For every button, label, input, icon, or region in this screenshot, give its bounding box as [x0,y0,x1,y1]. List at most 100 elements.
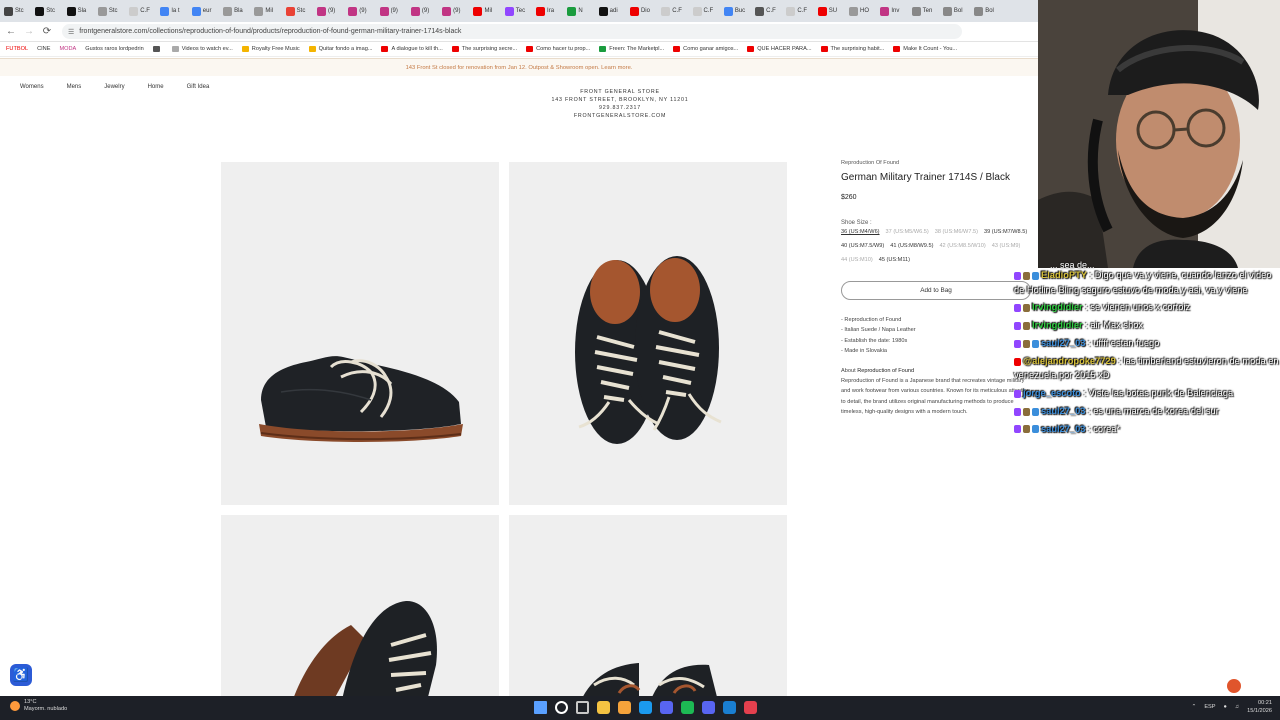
wifi-icon[interactable]: ● [1224,704,1227,710]
announcement-bar[interactable]: 143 Front St closed for renovation from … [0,58,1038,76]
browser-tab[interactable]: Ira [536,2,558,20]
size-option[interactable]: 36 (US:M4/W6) [841,229,880,235]
browser-tab[interactable]: Stc [285,2,308,20]
bookmark-item[interactable]: Quitar fondo a imag... [308,46,372,52]
start-icon[interactable] [534,701,547,714]
browser-tab[interactable]: C.F [755,2,777,20]
bookmark-folder[interactable]: Gustos raros lordpedrin [85,46,143,52]
bookmark-label: Gustos raros lordpedrin [85,46,144,52]
search-icon[interactable] [555,701,568,714]
bookmark-item[interactable]: Como hacer tu prop... [526,46,590,52]
bookmark-item[interactable]: Make It Count - You... [893,46,957,52]
browser-tab[interactable]: (9) [442,2,464,20]
bookmark-item[interactable] [152,46,163,52]
bookmark-item[interactable]: Freen: The Marketpl... [599,46,664,52]
browser-tab[interactable]: C.F [129,2,151,20]
bookmark-item[interactable]: Como ganar amigos... [673,46,738,52]
browser-tab[interactable]: HO [849,2,871,20]
size-option[interactable]: 40 (US:M7.5/W9) [841,243,884,249]
weather-widget[interactable]: 13°C Mayorm. nublado [10,699,67,713]
chat-support-icon[interactable] [1227,679,1241,693]
browser-tab[interactable]: (9) [316,2,339,20]
browser-tab[interactable]: Stc [4,2,26,20]
store-nav-link[interactable]: Home [148,84,164,90]
product-photo-back[interactable] [509,515,787,705]
site-info-icon[interactable]: ☰ [68,28,74,36]
bookmark-item[interactable]: QUE HACER PARA... [747,46,812,52]
taskbar-app-icon[interactable] [576,701,589,714]
clock[interactable]: 00:21 15/1/2026 [1247,699,1272,715]
bookmark-item[interactable]: The surprising secre... [451,46,517,52]
size-option[interactable]: 41 (US:M8/W9.5) [890,243,933,249]
browser-tab[interactable]: Stc [97,2,120,20]
browser-tab[interactable]: SU [817,2,840,20]
product-photo-top[interactable] [509,162,787,505]
volume-icon[interactable]: ♫ [1235,704,1239,710]
size-option[interactable]: 37 (US:M5/W6.5) [886,229,929,235]
browser-tab[interactable]: (9) [379,2,402,20]
weather-condition: Mayorm. nublado [24,706,68,712]
browser-tab[interactable]: Sla [66,2,89,20]
chevron-up-icon[interactable]: ⌃ [1192,704,1197,710]
browser-tab[interactable]: Tec [504,2,527,20]
taskbar-app-icon[interactable] [681,701,694,714]
browser-tab[interactable]: Mil [254,2,276,20]
browser-tab[interactable]: eur [191,2,214,20]
size-option[interactable]: 42 (US:M8.5/W10) [939,243,985,249]
bookmark-folder[interactable]: FUTBOL [6,46,28,52]
forward-arrow-icon[interactable]: → [22,25,36,39]
browser-tab[interactable]: (9) [410,2,433,20]
tab-label: Ten [922,8,933,14]
browser-tab[interactable]: Dio [629,2,652,20]
browser-tab[interactable]: C.F [692,2,715,20]
taskbar-app-icon[interactable] [660,701,673,714]
store-nav-link[interactable]: Gift Idea [187,84,210,90]
browser-tab[interactable]: C.F [786,2,808,20]
store-nav-link[interactable]: Jewelry [104,84,124,90]
language-indicator[interactable]: ESP [1204,704,1215,710]
product-brand[interactable]: Reproduction Of Found [841,160,1041,166]
bookmark-folder[interactable]: MODA [59,46,76,52]
add-to-bag-button[interactable]: Add to Bag [841,281,1031,300]
taskbar-app-icon[interactable] [744,701,757,714]
reload-icon[interactable]: ⟳ [40,25,54,39]
bookmark-item[interactable]: Videos to watch ev... [171,46,233,52]
browser-tab[interactable]: Bol [974,2,996,20]
browser-tab[interactable]: adi [598,2,621,20]
taskbar-app-icon[interactable] [723,701,736,714]
taskbar-app-icon[interactable] [618,701,631,714]
size-option[interactable]: 38 (US:M6/W7.5) [935,229,978,235]
bookmark-folder[interactable]: CINE [37,46,50,52]
bookmark-item[interactable]: Royalty Free Music [241,46,300,52]
store-nav-link[interactable]: Mens [67,84,82,90]
browser-tab[interactable]: Ten [911,2,934,20]
store-header[interactable]: FRONT GENERAL STORE 143 FRONT STREET, BR… [520,88,720,120]
bookmark-item[interactable]: A dialogue to kill th... [381,46,443,52]
store-nav-link[interactable]: Womens [20,84,44,90]
browser-tab[interactable]: Bol [942,2,965,20]
browser-tab[interactable]: C.F [661,2,683,20]
back-arrow-icon[interactable]: ← [4,25,18,39]
browser-tab[interactable]: Bla [223,2,245,20]
product-photo-side[interactable] [221,162,499,505]
accessibility-icon[interactable]: ♿ [10,664,32,686]
taskbar-app-icon[interactable] [639,701,652,714]
browser-tab[interactable]: (9) [348,2,370,20]
size-option[interactable]: 44 (US:M10) [841,257,873,263]
browser-tab[interactable]: Stc [35,2,57,20]
taskbar-app-icon[interactable] [597,701,610,714]
taskbar-app-icon[interactable] [702,701,715,714]
product-photo-sole[interactable] [221,515,499,705]
browser-tab[interactable]: Mil [473,2,495,20]
browser-tab[interactable]: la t [160,2,182,20]
browser-tab[interactable]: N [567,2,589,20]
browser-tab[interactable]: Buc [723,2,746,20]
size-option[interactable]: 39 (US:M7/W8.5) [984,229,1027,235]
browser-tab[interactable]: Inv [880,2,902,20]
size-option[interactable]: 43 (US:M9) [992,243,1021,249]
url-field[interactable]: ☰ frontgeneralstore.com/collections/repr… [62,24,962,39]
chat-badge-icon [1032,271,1039,280]
chat-message: Irvingdidier : air Max shox [1014,318,1280,333]
size-option[interactable]: 45 (US:M11) [879,257,910,263]
bookmark-item[interactable]: The surprising habit... [820,46,884,52]
